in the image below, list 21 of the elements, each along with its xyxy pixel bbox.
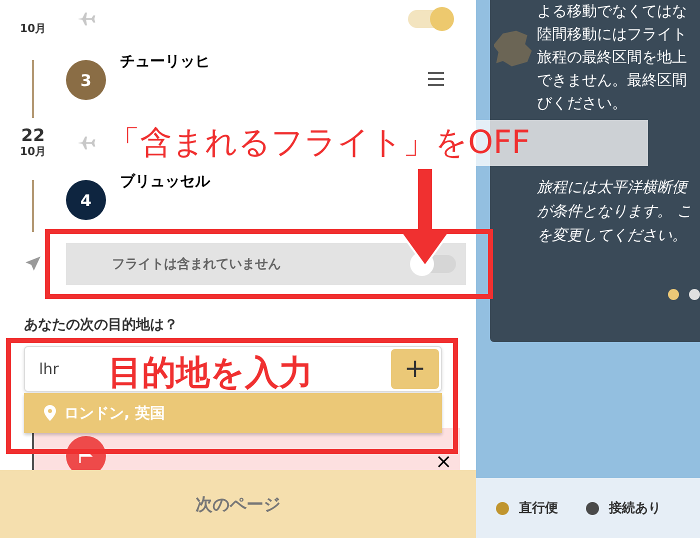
stop-number-badge: 4 (66, 180, 106, 220)
date-month: 10月 (20, 144, 46, 158)
remove-button[interactable]: × (435, 454, 452, 468)
callout-text: 「含まれるフライト」をOFF (108, 122, 530, 163)
stop-number-badge: 3 (66, 60, 106, 100)
stop-name: ブリュッセル (120, 172, 212, 191)
annotation-text: 目的地を入力 (108, 352, 313, 395)
rules-paragraph: 旅程には太平洋横断便 が条件となります。 こ を変更してください。 (537, 177, 693, 246)
no-flight-label: フライトは含まれていません (112, 256, 282, 273)
carousel-dot[interactable] (689, 289, 700, 300)
date-day: 22 (21, 128, 45, 144)
menu-icon[interactable] (428, 72, 444, 86)
info-paragraph: よる移動でなくてはな 陸間移動にはフライト 旅程の最終区間を地上 できません。最終区間 びください。 (537, 1, 688, 114)
legend-label: 接続あり (609, 500, 661, 517)
carousel-dot[interactable] (668, 289, 679, 300)
stop-name: チューリッヒ (120, 52, 211, 71)
legend-label: 直行便 (519, 500, 558, 517)
date-month: 10月 (20, 21, 46, 36)
location-pin-icon (44, 405, 56, 421)
add-button[interactable]: + (391, 349, 439, 389)
destination-question: あなたの次の目的地は？ (24, 316, 179, 334)
